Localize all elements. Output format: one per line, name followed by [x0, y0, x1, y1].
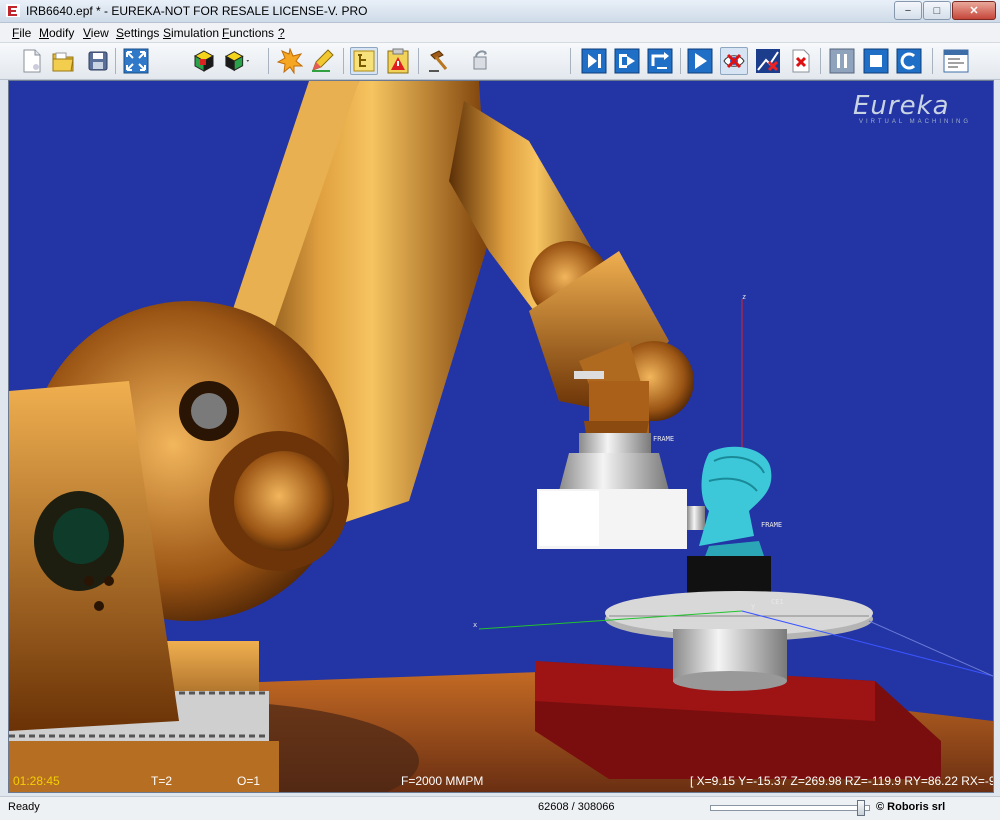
3d-viewport[interactable]: z x y FRAME FRAME CE1 Eureka VIRTUAL MAC… [8, 80, 994, 793]
fit-view-icon [123, 48, 149, 74]
new-file-button[interactable] [18, 47, 46, 75]
report-button[interactable] [942, 47, 970, 75]
z-axis-label: z [742, 293, 747, 301]
cube-view-button[interactable] [190, 47, 218, 75]
machine-button[interactable] [425, 47, 453, 75]
play-icon [687, 48, 713, 74]
menu-bar: File Modify View Settings Simulation Fun… [0, 23, 1000, 43]
cube-view-iso-button[interactable] [224, 47, 252, 75]
step-forward-button[interactable] [580, 47, 608, 75]
reset-button[interactable] [895, 47, 923, 75]
maximize-button[interactable]: □ [923, 1, 951, 20]
stop-button[interactable] [862, 47, 890, 75]
fit-view-button[interactable] [122, 47, 150, 75]
tool-change-icon [473, 50, 487, 70]
tool-change-button[interactable] [466, 47, 494, 75]
pause-icon [829, 48, 855, 74]
menu-help[interactable]: ? [278, 26, 285, 40]
open-button[interactable] [49, 47, 77, 75]
part-frame-label: FRAME [761, 521, 783, 529]
step-block-button[interactable] [613, 47, 641, 75]
y-axis-label: y [751, 602, 756, 610]
step-counter: 62608 / 308066 [538, 801, 615, 813]
app-icon [6, 4, 20, 17]
save-button[interactable] [84, 47, 112, 75]
simulation-hud: 01:28:45 T=2 O=1 F=2000 MMPM [ X=9.15 Y=… [9, 771, 993, 791]
edit-button[interactable] [308, 47, 336, 75]
slider-thumb[interactable] [857, 800, 865, 816]
logo-text: Eureka [853, 91, 950, 121]
table-frame-label: CE1 [771, 598, 784, 606]
toolbar [0, 43, 1000, 80]
save-disk-icon [88, 51, 108, 71]
tool-readout: T=2 [151, 774, 173, 788]
report-icon [943, 49, 969, 73]
window-title: IRB6640.epf * - EUREKA-NOT FOR RESALE LI… [26, 4, 368, 18]
new-file-icon [23, 49, 41, 73]
pause-button[interactable] [828, 47, 856, 75]
play-button[interactable] [686, 47, 714, 75]
open-folder-icon [52, 52, 74, 72]
menu-settings[interactable]: Settings [116, 26, 159, 40]
explode-icon [277, 48, 303, 74]
collision-hidden-icon [756, 49, 780, 73]
collision-check-button[interactable] [720, 47, 748, 75]
cube-view-icon [193, 50, 215, 72]
cube-view-dropdown-icon [224, 51, 250, 72]
explode-button[interactable] [276, 47, 304, 75]
slider-track [710, 805, 870, 811]
pencil-icon [312, 49, 334, 72]
status-bar: Ready 62608 / 308066 © Roboris srl [0, 796, 1000, 820]
hammer-icon [429, 50, 448, 72]
x-axis-label: x [473, 621, 478, 629]
copyright-text: © Roboris srl [876, 801, 946, 813]
menu-functions[interactable]: Functions [222, 26, 274, 40]
simulation-clock: 01:28:45 [13, 774, 60, 788]
status-text: Ready [8, 801, 40, 813]
position-readout: [ X=9.15 Y=-15.37 Z=269.98 RZ=-119.9 RY=… [690, 774, 994, 788]
collision-part-button[interactable] [787, 47, 815, 75]
step-loop-icon [647, 48, 673, 74]
feed-readout: F=2000 MMPM [401, 774, 484, 788]
clipboard-warning-icon [387, 48, 409, 74]
collision-eye-icon [723, 53, 745, 69]
robot-scene [9, 81, 993, 792]
logo-subtitle: VIRTUAL MACHINING [859, 119, 972, 125]
simulation-speed-slider[interactable] [710, 800, 870, 816]
eureka-logo: Eureka VIRTUAL MACHINING [839, 87, 979, 127]
reset-icon [896, 48, 922, 74]
title-bar: IRB6640.epf * - EUREKA-NOT FOR RESALE LI… [0, 0, 1000, 23]
menu-simulation[interactable]: Simulation [163, 26, 219, 40]
menu-modify[interactable]: Modify [39, 26, 74, 40]
step-forward-icon [581, 48, 607, 74]
step-block-icon [614, 48, 640, 74]
step-loop-button[interactable] [646, 47, 674, 75]
minimize-button[interactable]: − [894, 1, 922, 20]
collision-part-icon [792, 49, 810, 73]
menu-view[interactable]: View [83, 26, 109, 40]
stop-icon [863, 48, 889, 74]
close-button[interactable]: ✕ [952, 1, 996, 20]
tree-view-button[interactable] [350, 47, 378, 75]
alarm-button[interactable] [384, 47, 412, 75]
menu-file[interactable]: File [12, 26, 31, 40]
offset-readout: O=1 [237, 774, 261, 788]
tool-frame-label: FRAME [653, 435, 675, 443]
collision-hidden-button[interactable] [754, 47, 782, 75]
tree-view-icon [353, 50, 375, 72]
